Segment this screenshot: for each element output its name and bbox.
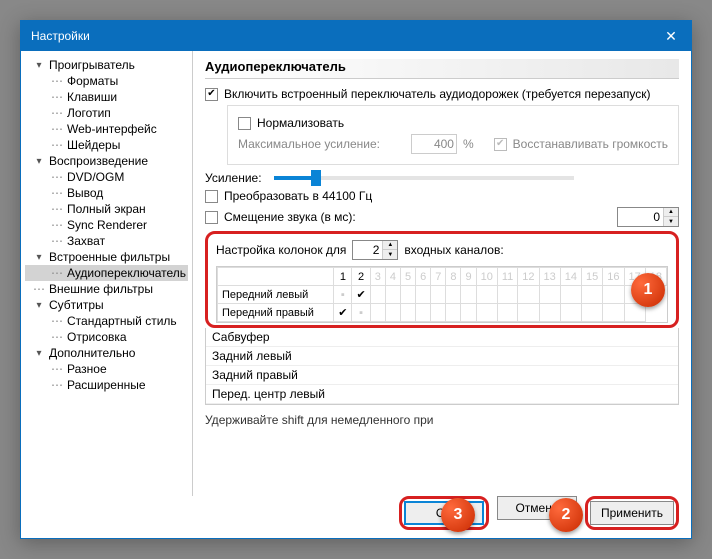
tree-extended[interactable]: ⋯Расширенные xyxy=(25,377,188,393)
spinner-up-icon[interactable]: ▲ xyxy=(382,241,397,250)
apply-button[interactable]: Применить xyxy=(590,501,674,525)
spinner-down-icon[interactable]: ▼ xyxy=(663,217,678,226)
tree-shaders[interactable]: ⋯Шейдеры xyxy=(25,137,188,153)
window-title: Настройки xyxy=(31,29,651,43)
tree-formats[interactable]: ⋯Форматы xyxy=(25,73,188,89)
speaker-matrix-highlight: Настройка колонок для 2 ▲ ▼ входных кана… xyxy=(205,231,679,328)
chevron-down-icon[interactable]: ▾ xyxy=(33,155,45,167)
tree-capture[interactable]: ⋯Захват xyxy=(25,233,188,249)
tree-playback[interactable]: ▾Воспроизведение xyxy=(25,153,188,169)
list-item[interactable]: Сабвуфер xyxy=(206,328,678,347)
panel-title: Аудиопереключатель xyxy=(205,59,679,79)
slider-thumb[interactable] xyxy=(311,170,321,186)
hint-text: Удерживайте shift для немедленного при xyxy=(205,413,679,427)
chevron-down-icon[interactable]: ▾ xyxy=(33,251,45,263)
tree-stdstyle[interactable]: ⋯Стандартный стиль xyxy=(25,313,188,329)
list-item[interactable]: Перед. центр левый xyxy=(206,385,678,404)
speaker-matrix[interactable]: 1 2 3 4 5 6 7 8 9 10 11 12 13 xyxy=(216,266,668,323)
speaker-list[interactable]: Сабвуфер Задний левый Задний правый Пере… xyxy=(205,328,679,405)
gain-row: Усиление: xyxy=(205,171,679,185)
tree-fullscreen[interactable]: ⋯Полный экран xyxy=(25,201,188,217)
tree-player[interactable]: ▾Проигрыватель xyxy=(25,57,188,73)
tree-extfilters[interactable]: ⋯Внешние фильтры xyxy=(25,281,188,297)
close-button[interactable]: ✕ xyxy=(651,21,691,51)
convert44-checkbox[interactable] xyxy=(205,190,218,203)
content-area: ▾Проигрыватель ⋯Форматы ⋯Клавиши ⋯Логоти… xyxy=(21,51,691,496)
gain-slider[interactable] xyxy=(274,176,574,180)
tree-rendering[interactable]: ⋯Отрисовка xyxy=(25,329,188,345)
channels-spinner[interactable]: 2 ▲ ▼ xyxy=(352,240,398,260)
settings-window: Настройки ✕ ▾Проигрыватель ⋯Форматы ⋯Кла… xyxy=(20,20,692,539)
callout-2: 2 xyxy=(549,498,583,532)
tree-keys[interactable]: ⋯Клавиши xyxy=(25,89,188,105)
restore-volume-checkbox[interactable]: ✔ xyxy=(494,138,507,151)
tree-advanced[interactable]: ▾Дополнительно xyxy=(25,345,188,361)
offset-checkbox[interactable] xyxy=(205,211,218,224)
tree-dvdogm[interactable]: ⋯DVD/OGM xyxy=(25,169,188,185)
tree-intfilters[interactable]: ▾Встроенные фильтры xyxy=(25,249,188,265)
table-row[interactable]: Передний левый ▪ ✔ xyxy=(218,286,667,304)
chevron-down-icon[interactable]: ▾ xyxy=(33,347,45,359)
tree-audioswitch[interactable]: ⋯Аудиопереключатель xyxy=(25,265,188,281)
maxgain-input[interactable]: 400 xyxy=(411,134,457,154)
tree-logo[interactable]: ⋯Логотип xyxy=(25,105,188,121)
chevron-down-icon[interactable]: ▾ xyxy=(33,59,45,71)
enable-checkbox[interactable]: ✔ xyxy=(205,88,218,101)
list-item[interactable]: Задний правый xyxy=(206,366,678,385)
tree-webui[interactable]: ⋯Web-интерфейс xyxy=(25,121,188,137)
chevron-down-icon[interactable]: ▾ xyxy=(33,299,45,311)
offset-spinner[interactable]: 0 ▲ ▼ xyxy=(617,207,679,227)
list-item[interactable]: Задний левый xyxy=(206,347,678,366)
apply-highlight: Применить xyxy=(585,496,679,530)
settings-panel: Аудиопереключатель ✔ Включить встроенный… xyxy=(193,51,691,496)
normalize-checkbox[interactable] xyxy=(238,117,251,130)
callout-1: 1 xyxy=(631,273,665,307)
nav-tree[interactable]: ▾Проигрыватель ⋯Форматы ⋯Клавиши ⋯Логоти… xyxy=(21,51,193,496)
tree-syncrender[interactable]: ⋯Sync Renderer xyxy=(25,217,188,233)
spinner-up-icon[interactable]: ▲ xyxy=(663,208,678,217)
titlebar: Настройки ✕ xyxy=(21,21,691,51)
enable-row: ✔ Включить встроенный переключатель ауди… xyxy=(205,87,679,101)
callout-3: 3 xyxy=(441,498,475,532)
spinner-down-icon[interactable]: ▼ xyxy=(382,250,397,259)
table-row[interactable]: Передний правый ✔ ▪ xyxy=(218,304,667,322)
tree-output[interactable]: ⋯Вывод xyxy=(25,185,188,201)
tree-subtitles[interactable]: ▾Субтитры xyxy=(25,297,188,313)
tree-misc[interactable]: ⋯Разное xyxy=(25,361,188,377)
normalize-group: Нормализовать Максимальное усиление: 400… xyxy=(227,105,679,165)
